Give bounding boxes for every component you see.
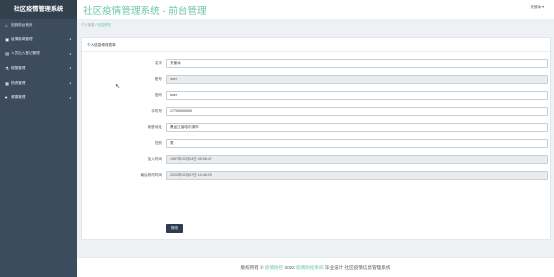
mouse-cursor-icon: ↖ bbox=[115, 84, 121, 90]
breadcrumb-parent[interactable]: 个人信息 bbox=[81, 23, 95, 27]
brand-title: 社区疫情管理系统 bbox=[0, 0, 77, 19]
field-label: 手机号 bbox=[151, 109, 162, 113]
sidebar: 社区疫情管理系统 ⌂ 回到前台首页 ▣ 疫情新闻管理 ◂ ▤ 人员出入登记管理 ◂ ⚗ 核酸管理 ◂… bbox=[0, 0, 77, 277]
sidebar-nav: ⌂ 回到前台首页 ▣ 疫情新闻管理 ◂ ▤ 人员出入登记管理 ◂ ⚗ 核酸管理 ◂ ▦ 物资管理 ◂ ♥ 健康… bbox=[0, 19, 77, 105]
field-label: 最后修改时间 bbox=[140, 173, 162, 177]
field-label: 家庭地址 bbox=[147, 125, 162, 129]
profile-form-card: 个人信息修改表单 名字 天使冰账号 user 密码 user 手机号 17700000000… bbox=[81, 37, 551, 240]
form-row: 性别男 bbox=[82, 139, 552, 148]
form-row: 名字 天使冰 bbox=[82, 59, 552, 68]
sidebar-item-label: 回到前台首页 bbox=[11, 23, 33, 27]
form-title: 个人信息修改表单 bbox=[87, 43, 116, 47]
form-row: 最后修改时间 2022年02月07日 10:46:29 bbox=[82, 171, 552, 180]
sidebar-item-6[interactable]: ♥ 健康管理 ◂ bbox=[0, 90, 77, 105]
footer-link-epidemic[interactable]: 疫情防控 bbox=[265, 265, 283, 270]
sidebar-item-3[interactable]: ▤ 人员出入登记管理 ◂ bbox=[0, 47, 77, 62]
chevron-left-icon: ◂ bbox=[69, 81, 71, 86]
field-input: user bbox=[166, 75, 548, 84]
footer: 版权所有 © 疫情防控 2022 疫情防控系统 毕业设计 社区疫情信息管理系统 bbox=[77, 257, 554, 277]
field-input[interactable]: 天使冰 bbox=[166, 59, 548, 68]
field-input: 2022年02月07日 10:46:29 bbox=[166, 171, 548, 180]
field-input[interactable]: 男 bbox=[166, 139, 548, 148]
chevron-left-icon: ◂ bbox=[69, 66, 71, 71]
form-row: 手机号 17700000000 bbox=[82, 107, 552, 116]
footer-link-system[interactable]: 疫情防控系统 bbox=[296, 265, 324, 270]
field-input: 1967年02月04日 05:58:47 bbox=[166, 155, 548, 164]
form-row: 家庭地址 黑龙江省哈尔滨市 bbox=[82, 123, 552, 132]
divider bbox=[82, 51, 550, 52]
chevron-left-icon: ◂ bbox=[69, 95, 71, 100]
sidebar-item-4[interactable]: ⚗ 核酸管理 ◂ bbox=[0, 61, 77, 76]
field-input[interactable]: user bbox=[166, 91, 548, 100]
sidebar-item-1[interactable]: ⌂ 回到前台首页 bbox=[0, 19, 77, 32]
sidebar-item-5[interactable]: ▦ 物资管理 ◂ bbox=[0, 76, 77, 91]
footer-year: 2022 bbox=[283, 265, 297, 270]
form-row: 账号 user bbox=[82, 75, 552, 84]
sidebar-item-label: 疫情新闻管理 bbox=[11, 36, 33, 41]
field-label: 密码 bbox=[154, 93, 162, 97]
field-label: 性别 bbox=[154, 141, 162, 145]
breadcrumb-current: 信息修改 bbox=[97, 23, 111, 27]
sidebar-item-label: 健康管理 bbox=[11, 95, 26, 100]
field-label: 加入时间 bbox=[147, 157, 162, 161]
sidebar-item-label: 人员出入登记管理 bbox=[11, 51, 40, 56]
user-menu[interactable]: 天使冰 ▾ bbox=[530, 5, 544, 10]
field-input[interactable]: 黑龙江省哈尔滨市 bbox=[166, 123, 548, 132]
submit-button[interactable]: 修改 bbox=[166, 224, 183, 233]
top-header: 社区疫情管理系统 - 前台管理 天使冰 ▾ bbox=[77, 0, 554, 19]
footer-prefix: 版权所有 © bbox=[240, 265, 265, 270]
sidebar-item-label: 物资管理 bbox=[11, 80, 26, 85]
chevron-left-icon: ◂ bbox=[69, 37, 71, 42]
form-row: 加入时间 1967年02月04日 05:58:47 bbox=[82, 155, 552, 164]
chevron-left-icon: ◂ bbox=[69, 51, 71, 56]
field-label: 名字 bbox=[154, 61, 162, 65]
sidebar-item-2[interactable]: ▣ 疫情新闻管理 ◂ bbox=[0, 32, 77, 47]
sidebar-item-label: 核酸管理 bbox=[11, 65, 26, 70]
field-label: 账号 bbox=[154, 77, 162, 81]
footer-suffix: 毕业设计 社区疫情信息管理系统 bbox=[323, 265, 391, 270]
field-input[interactable]: 17700000000 bbox=[166, 107, 548, 116]
breadcrumb: 个人信息 / 信息修改 bbox=[81, 22, 111, 27]
form-row: 密码 user bbox=[82, 91, 552, 100]
page-title: 社区疫情管理系统 - 前台管理 bbox=[83, 6, 207, 17]
